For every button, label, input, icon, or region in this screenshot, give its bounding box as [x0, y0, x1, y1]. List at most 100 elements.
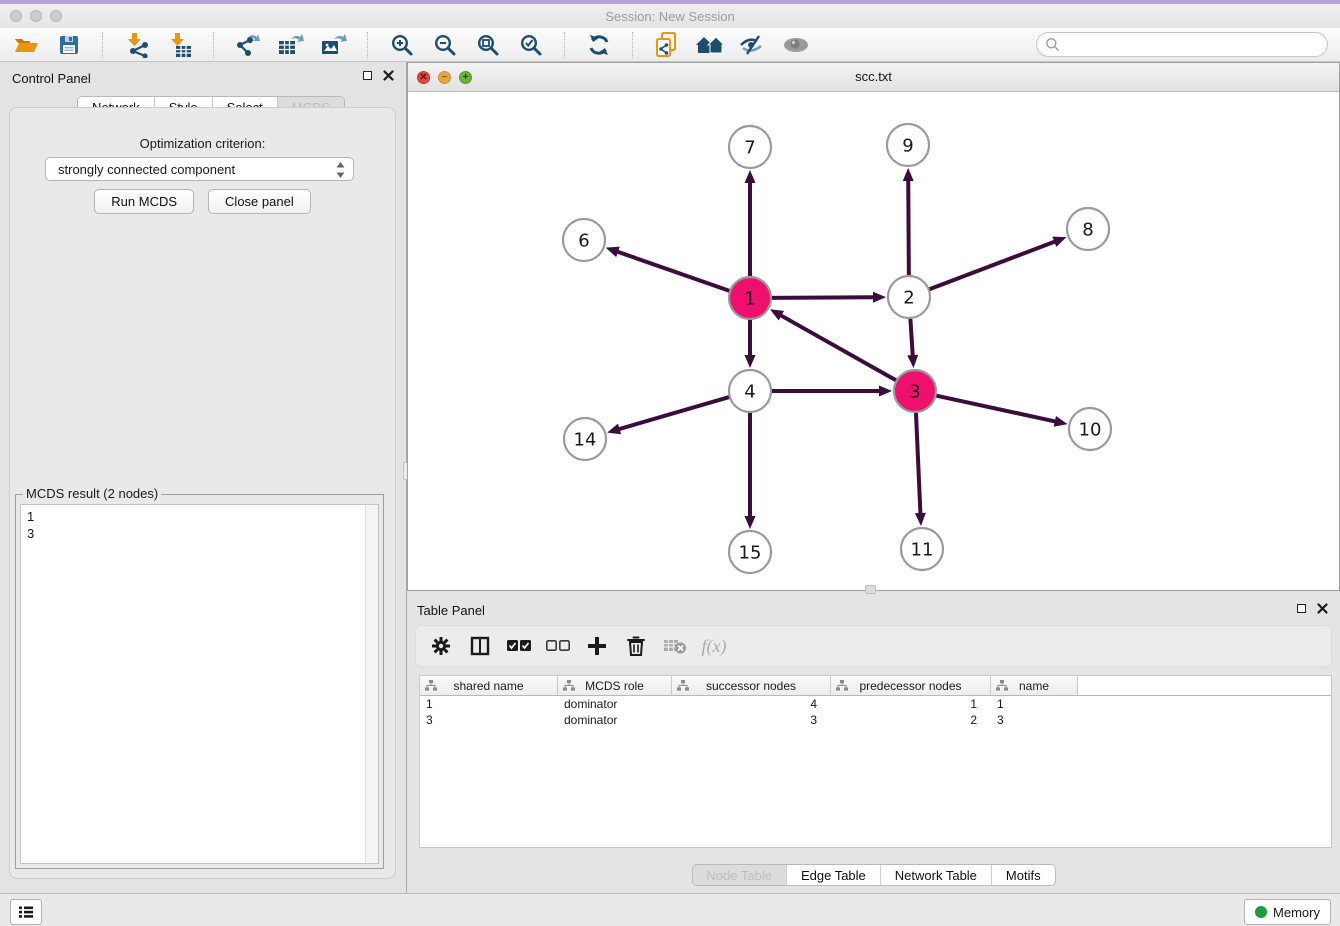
gear-icon[interactable]: [426, 631, 456, 661]
graph-node-10[interactable]: 10: [1069, 408, 1111, 450]
table-cell[interactable]: 1: [831, 697, 991, 711]
search-input[interactable]: [1065, 36, 1319, 53]
delete-column-icon[interactable]: [621, 631, 651, 661]
graph-edge-1-6[interactable]: [606, 247, 732, 292]
network-canvas[interactable]: 7 9 6 8 1 2 4 3 14 10 15 11: [408, 91, 1339, 590]
houses-icon[interactable]: [694, 30, 726, 60]
svg-text:1: 1: [744, 289, 755, 310]
column-header-name[interactable]: name: [991, 676, 1078, 695]
split-columns-icon[interactable]: [465, 631, 495, 661]
export-image-icon[interactable]: [318, 30, 350, 60]
export-network-icon[interactable]: [232, 30, 264, 60]
graph-node-6[interactable]: 6: [563, 219, 605, 261]
select-all-columns-icon[interactable]: [504, 631, 534, 661]
eye-icon[interactable]: [780, 30, 812, 60]
table-cell[interactable]: 4: [672, 697, 831, 711]
column-header-MCDS-role[interactable]: MCDS role: [558, 676, 672, 695]
import-network-icon[interactable]: [121, 30, 153, 60]
table-cell[interactable]: 3: [420, 713, 558, 727]
refresh-layout-icon[interactable]: [583, 30, 615, 60]
graph-node-15[interactable]: 15: [729, 531, 771, 573]
tab-network-table[interactable]: Network Table: [880, 865, 991, 885]
function-builder-icon[interactable]: f(x): [699, 631, 729, 661]
table-cell[interactable]: 3: [991, 713, 1078, 727]
application-window: Session: New Session: [0, 0, 1340, 926]
graph-edge-4-3[interactable]: [769, 386, 892, 397]
splitter-grip-horizontal[interactable]: [865, 585, 876, 594]
search-icon: [1045, 37, 1060, 52]
table-row[interactable]: 1dominator411: [420, 696, 1331, 712]
task-history-button[interactable]: [10, 899, 42, 925]
table-cell[interactable]: dominator: [558, 697, 672, 711]
unselect-all-columns-icon[interactable]: [543, 631, 573, 661]
table-cell[interactable]: 3: [672, 713, 831, 727]
graph-node-9[interactable]: 9: [887, 124, 929, 166]
export-table-icon[interactable]: [275, 30, 307, 60]
graph-edge-1-4[interactable]: [745, 317, 756, 368]
close-panel-button[interactable]: Close panel: [208, 189, 311, 214]
graph-edge-2-8[interactable]: [927, 237, 1067, 291]
graph-edge-1-7[interactable]: [745, 170, 756, 279]
save-session-icon[interactable]: [53, 30, 85, 60]
close-panel-icon[interactable]: [383, 70, 394, 81]
tab-edge-table[interactable]: Edge Table: [786, 865, 880, 885]
graph-edge-2-3[interactable]: [907, 316, 918, 368]
mcds-result-textarea[interactable]: 1 3: [20, 504, 379, 864]
memory-label: Memory: [1273, 905, 1320, 920]
zoom-selected-icon[interactable]: [515, 30, 547, 60]
graph-node-7[interactable]: 7: [729, 126, 771, 168]
toolbar-separator: [367, 32, 369, 58]
zoom-in-icon[interactable]: [386, 30, 418, 60]
clone-network-icon[interactable]: [651, 30, 683, 60]
hierarchy-icon: [836, 680, 848, 691]
run-mcds-button[interactable]: Run MCDS: [94, 189, 194, 214]
close-panel-icon[interactable]: [1317, 603, 1328, 614]
mcds-result-values: 1 3: [27, 508, 34, 542]
column-header-shared-name[interactable]: shared name: [420, 676, 558, 695]
table-row[interactable]: 3dominator323: [420, 712, 1331, 728]
table-cell[interactable]: 2: [831, 713, 991, 727]
svg-text:6: 6: [578, 231, 589, 252]
table-cell[interactable]: dominator: [558, 713, 672, 727]
svg-text:2: 2: [903, 288, 914, 309]
column-header-successor-nodes[interactable]: successor nodes: [672, 676, 831, 695]
graph-edge-3-10[interactable]: [934, 395, 1068, 427]
add-column-icon[interactable]: [582, 631, 612, 661]
float-panel-icon[interactable]: [1297, 604, 1306, 613]
graph-edge-4-15[interactable]: [745, 410, 756, 529]
graph-edge-4-14[interactable]: [607, 396, 732, 434]
eye-slash-icon[interactable]: [737, 30, 769, 60]
graph-edge-2-9[interactable]: [903, 168, 914, 278]
graph-edge-3-1[interactable]: [770, 309, 898, 381]
destroy-table-icon[interactable]: [660, 631, 690, 661]
table-cell[interactable]: 1: [420, 697, 558, 711]
float-panel-icon[interactable]: [363, 71, 372, 80]
tab-motifs[interactable]: Motifs: [991, 865, 1055, 885]
search-field[interactable]: [1036, 32, 1328, 57]
hierarchy-icon: [996, 680, 1008, 691]
memory-button[interactable]: Memory: [1244, 899, 1331, 925]
graph-edge-3-11[interactable]: [915, 410, 926, 526]
graph-node-2[interactable]: 2: [888, 276, 930, 318]
graph-node-3[interactable]: 3: [894, 370, 936, 412]
graph-edge-1-2[interactable]: [769, 292, 886, 303]
hierarchy-icon: [563, 680, 575, 691]
graph-node-1[interactable]: 1: [729, 277, 771, 319]
control-panel: Control Panel NetworkStyleSelectMCDS Opt…: [0, 62, 407, 893]
hierarchy-icon: [425, 680, 437, 691]
graph-node-8[interactable]: 8: [1067, 208, 1109, 250]
graph-node-11[interactable]: 11: [901, 528, 943, 570]
toolbar-separator: [213, 32, 215, 58]
import-table-icon[interactable]: [164, 30, 196, 60]
scrollbar-track[interactable]: [365, 505, 378, 863]
optimization-criterion-select[interactable]: strongly connected component: [45, 157, 354, 181]
graph-node-14[interactable]: 14: [564, 418, 606, 460]
zoom-out-icon[interactable]: [429, 30, 461, 60]
table-cell[interactable]: 1: [991, 697, 1078, 711]
tab-node-table[interactable]: Node Table: [692, 865, 786, 885]
graph-node-4[interactable]: 4: [729, 370, 771, 412]
network-window-titlebar[interactable]: ✕ − + scc.txt: [408, 63, 1339, 92]
zoom-fit-icon[interactable]: [472, 30, 504, 60]
column-header-predecessor-nodes[interactable]: predecessor nodes: [831, 676, 991, 695]
open-session-icon[interactable]: [10, 30, 42, 60]
